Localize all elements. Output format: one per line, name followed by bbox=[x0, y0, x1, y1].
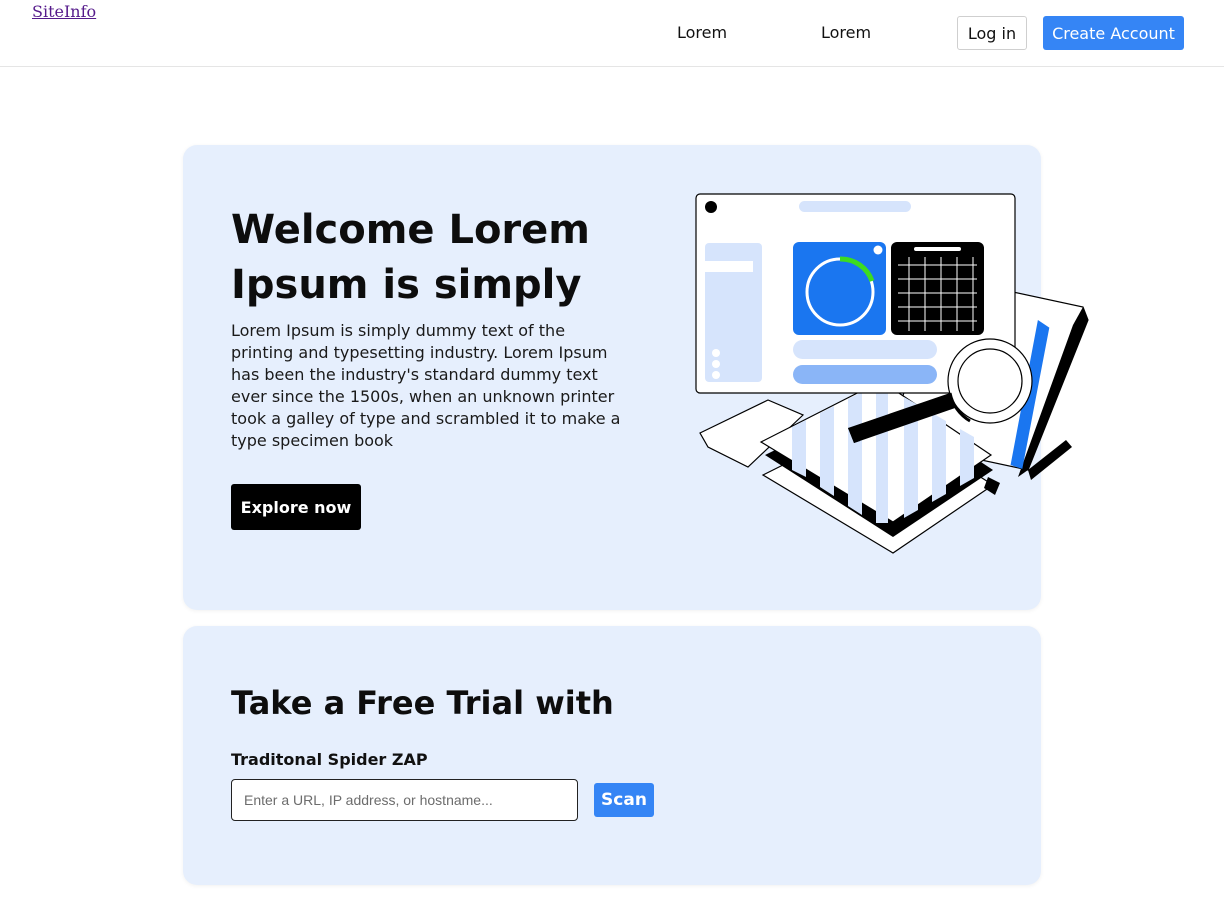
free-trial-card: Take a Free Trial with Traditonal Spider… bbox=[183, 626, 1041, 885]
create-account-button[interactable]: Create Account bbox=[1043, 16, 1184, 50]
explore-now-button[interactable]: Explore now bbox=[231, 484, 361, 530]
nav-link-lorem-1[interactable]: Lorem bbox=[677, 23, 727, 42]
brand-link[interactable]: SiteInfo bbox=[32, 2, 96, 21]
url-input[interactable] bbox=[231, 779, 578, 821]
navbar: SiteInfo Lorem Lorem Log in Create Accou… bbox=[0, 0, 1224, 67]
hero-description: Lorem Ipsum is simply dummy text of the … bbox=[231, 321, 621, 450]
hero-card: Welcome Lorem Ipsum is simply Lorem Ipsu… bbox=[183, 145, 1089, 610]
hero-title: Welcome Lorem Ipsum is simply bbox=[231, 207, 590, 308]
login-button[interactable]: Log in bbox=[957, 16, 1027, 50]
scan-button[interactable]: Scan bbox=[594, 783, 654, 817]
trial-title: Take a Free Trial with bbox=[231, 684, 614, 722]
spider-zap-label: Traditonal Spider ZAP bbox=[231, 750, 428, 769]
dashboard-magnifier-illustration bbox=[695, 193, 1089, 554]
nav-link-lorem-2[interactable]: Lorem bbox=[821, 23, 871, 42]
